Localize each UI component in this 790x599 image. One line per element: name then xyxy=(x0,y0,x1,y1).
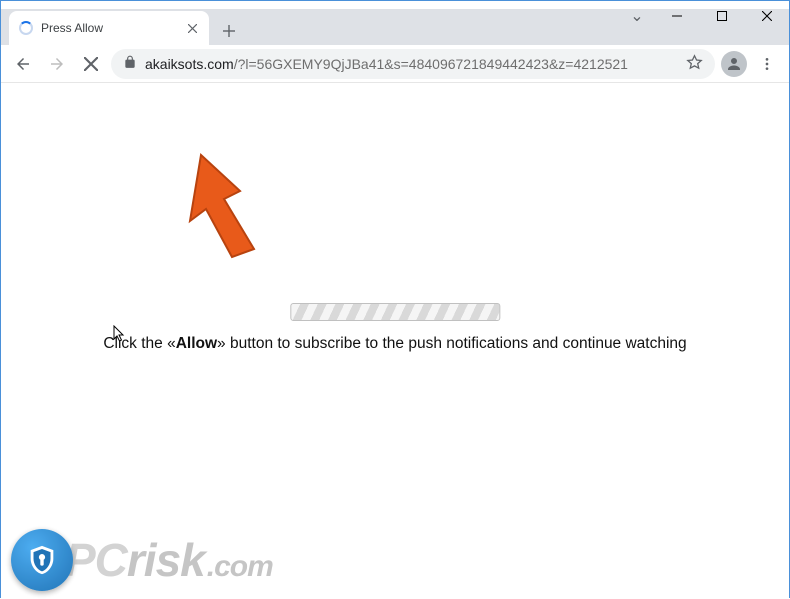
msg-post: » button to subscribe to the push notifi… xyxy=(217,335,687,352)
annotation-arrow-icon xyxy=(176,149,286,264)
bookmark-button[interactable] xyxy=(686,54,703,74)
close-window-button[interactable] xyxy=(744,1,789,31)
fake-loader: Click the «Allow» button to subscribe to… xyxy=(103,303,686,353)
shield-icon xyxy=(25,543,59,577)
wm-dotcom: .com xyxy=(207,550,273,584)
browser-menu-button[interactable] xyxy=(753,50,781,78)
wm-risk: risk xyxy=(127,533,205,587)
close-icon xyxy=(188,24,197,33)
new-tab-button[interactable] xyxy=(215,17,243,45)
plus-icon xyxy=(222,24,236,38)
lock-icon xyxy=(123,55,137,72)
kebab-icon xyxy=(759,56,775,72)
back-button[interactable] xyxy=(9,50,37,78)
instruction-text: Click the «Allow» button to subscribe to… xyxy=(103,335,686,353)
url-domain: akaiksots.com xyxy=(145,56,234,72)
minimize-icon xyxy=(672,11,682,21)
url-text: akaiksots.com/?l=56GXEMY9QjJBa41&s=48409… xyxy=(145,56,628,72)
stop-reload-button[interactable] xyxy=(77,50,105,78)
close-icon xyxy=(84,57,98,71)
maximize-icon xyxy=(717,11,727,21)
wm-pc: PC xyxy=(65,533,127,587)
profile-button[interactable] xyxy=(721,51,747,77)
person-icon xyxy=(725,55,743,73)
window-controls: ⌄ xyxy=(620,1,789,31)
chevron-down-icon: ⌄ xyxy=(630,6,643,26)
toolbar: akaiksots.com/?l=56GXEMY9QjJBa41&s=48409… xyxy=(1,45,789,83)
watermark-text: PCrisk.com xyxy=(65,533,273,587)
tab-search-dropdown[interactable]: ⌄ xyxy=(620,6,654,26)
url-path: /?l=56GXEMY9QjJBa41&s=484096721849442423… xyxy=(234,56,628,72)
address-bar[interactable]: akaiksots.com/?l=56GXEMY9QjJBa41&s=48409… xyxy=(111,49,715,79)
close-icon xyxy=(762,11,772,21)
minimize-button[interactable] xyxy=(654,1,699,31)
msg-bold: Allow xyxy=(176,335,217,352)
page-content: Click the «Allow» button to subscribe to… xyxy=(1,83,789,599)
watermark: PCrisk.com xyxy=(11,529,273,591)
msg-pre: Click the « xyxy=(103,335,175,352)
arrow-left-icon xyxy=(14,55,32,73)
forward-button[interactable] xyxy=(43,50,71,78)
star-icon xyxy=(686,54,703,71)
close-tab-button[interactable] xyxy=(185,21,199,35)
arrow-right-icon xyxy=(48,55,66,73)
progress-bar xyxy=(290,303,500,321)
maximize-button[interactable] xyxy=(699,1,744,31)
tab-title: Press Allow xyxy=(41,21,177,35)
loading-spinner-icon xyxy=(19,21,33,35)
browser-tab[interactable]: Press Allow xyxy=(9,11,209,45)
watermark-badge xyxy=(11,529,73,591)
